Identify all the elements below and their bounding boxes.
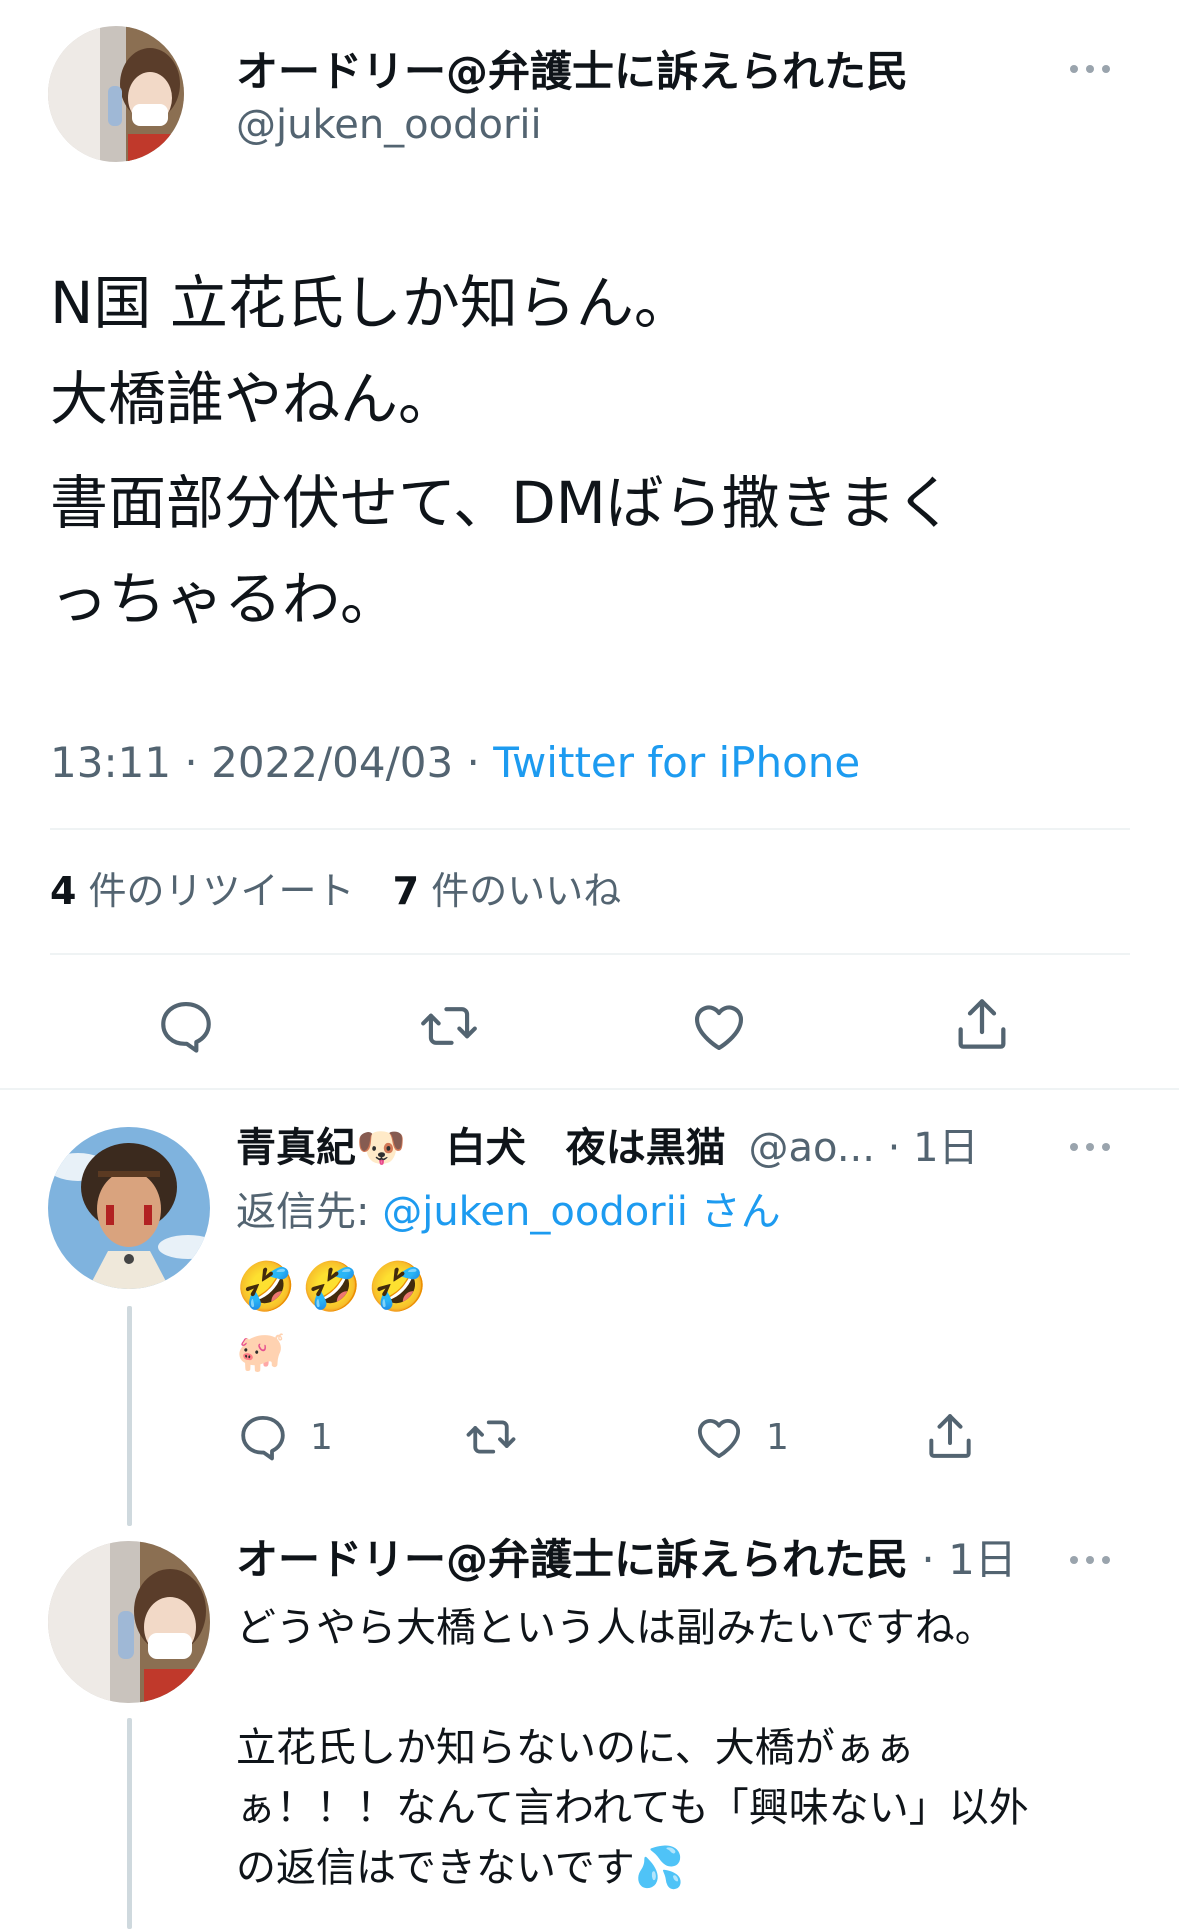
more-icon[interactable] [1070, 62, 1114, 74]
tweet-line-4: っちゃるわ。 [50, 565, 399, 633]
reply-2-text: どうやら大橋という人は副みたいですね。 立花氏しか知らないのに、大橋がぁぁ ぁ！… [236, 1598, 1029, 1898]
reply-1-text-2: 🐖 [236, 1329, 286, 1375]
reply-2-line-2: 立花氏しか知らないのに、大橋がぁぁ [236, 1725, 915, 1771]
author-handle[interactable]: @juken_oodorii [236, 100, 542, 150]
divider [50, 953, 1130, 955]
reply-1-like-count: 1 [766, 1416, 789, 1458]
tweet-line-3: 書面部分伏せて、DMばら撒きまく [50, 469, 954, 537]
reply-1-share-button[interactable] [922, 1408, 978, 1464]
like-button[interactable] [688, 995, 750, 1057]
retweet-button[interactable] [417, 995, 481, 1057]
avatar-main[interactable] [48, 26, 184, 162]
share-icon [958, 999, 1006, 1049]
reply-to-link[interactable]: @juken_oodorii [382, 1189, 688, 1235]
retweets-stat[interactable]: 4 件のリツイート [50, 869, 355, 913]
reply-2-header: オードリー@弁護士に訴えられた民 · 1日 [236, 1535, 1017, 1584]
likes-stat[interactable]: 7 件のいいね [393, 869, 622, 913]
reply-2-age[interactable]: 1日 [948, 1535, 1017, 1584]
reply-1-retweet-button[interactable] [462, 1410, 520, 1464]
reply-2-name[interactable]: オードリー@弁護士に訴えられた民 [236, 1535, 908, 1584]
reply-icon [236, 1410, 290, 1464]
reply-2-line-1: どうやら大橋という人は副みたいですね。 [236, 1605, 995, 1651]
tweet-time: 13:11 [50, 738, 172, 787]
like-icon [694, 1005, 744, 1051]
reply-1-age[interactable]: 1日 [913, 1125, 978, 1171]
engagement-stats: 4 件のリツイート 7 件のいいね [50, 866, 621, 916]
reply-1-like-button[interactable]: 1 [692, 1410, 789, 1464]
reply-1-replying-to: 返信先: @juken_oodorii さん [236, 1189, 781, 1235]
avatar-reply-2[interactable] [48, 1541, 210, 1703]
reply-1-text-1: 🤣🤣🤣 [236, 1259, 434, 1315]
more-icon[interactable] [1070, 1553, 1114, 1565]
tweet-source-link[interactable]: Twitter for iPhone [493, 738, 860, 787]
reply-1-reply-button[interactable]: 1 [236, 1410, 333, 1464]
reply-1-header: 青真紀🐶 白犬 夜は黒猫 @ao... · 1日 [236, 1125, 979, 1171]
share-icon [929, 1414, 971, 1458]
tweet-text: N国 立花氏しか知らん。 大橋誰やねん。 書面部分伏せて、DMばら撒きまく っち… [50, 255, 954, 647]
reply-icon [161, 1001, 211, 1053]
more-icon[interactable] [1070, 1140, 1114, 1152]
reply-2-line-3: ぁ！！！なんて言われても「興味ない」以外 [236, 1785, 1029, 1831]
tweet-line-1: N国 立花氏しか知らん。 [50, 269, 692, 337]
retweet-icon [421, 1007, 477, 1045]
reply-1-reply-count: 1 [310, 1416, 333, 1458]
thread-line [127, 1718, 132, 1929]
divider [0, 1088, 1179, 1090]
author-name[interactable]: オードリー@弁護士に訴えられた民 [236, 46, 908, 98]
reply-1-handle[interactable]: @ao... [749, 1125, 875, 1171]
reply-button[interactable] [155, 995, 217, 1057]
avatar-reply-1[interactable] [48, 1127, 210, 1289]
retweet-icon [466, 1420, 516, 1454]
reply-2-line-4: の返信はできないです💦 [236, 1845, 685, 1891]
reply-1-name[interactable]: 青真紀🐶 白犬 夜は黒猫 [236, 1125, 726, 1171]
tweet-line-2: 大橋誰やねん。 [50, 365, 457, 433]
divider [50, 828, 1130, 830]
thread-line [127, 1306, 132, 1526]
tweet-meta: 13:11 · 2022/04/03 · Twitter for iPhone [50, 738, 861, 787]
like-icon [692, 1410, 746, 1464]
share-button[interactable] [950, 992, 1014, 1056]
tweet-date: 2022/04/03 [211, 738, 454, 787]
